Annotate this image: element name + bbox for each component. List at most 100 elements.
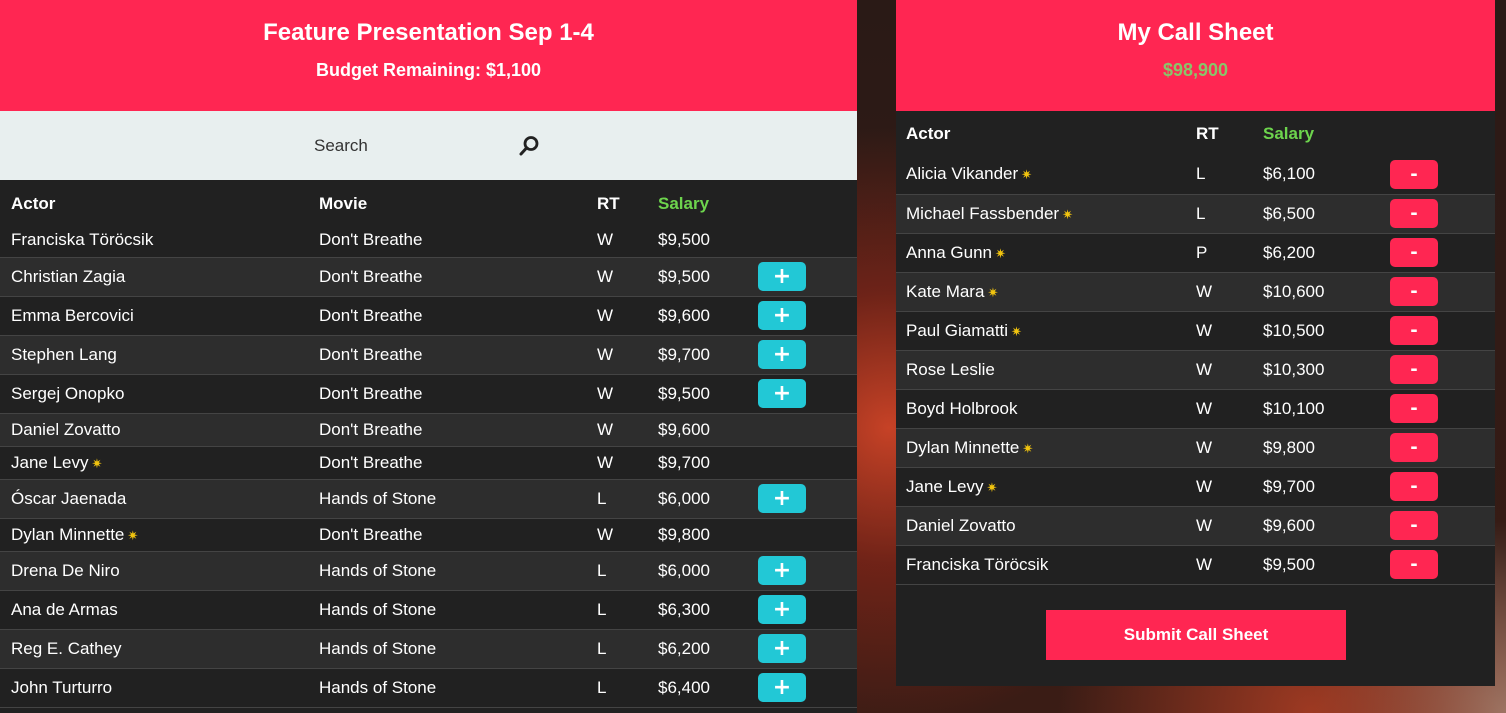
action-cell: +	[758, 374, 857, 413]
add-actor-button[interactable]: +	[758, 673, 806, 702]
actor-name: Dylan Minnette	[11, 524, 125, 544]
table-header: Actor RT Salary	[896, 111, 1495, 155]
actor-cell: Daniel Zovatto	[896, 506, 1196, 545]
salary-cell: $9,500	[658, 230, 710, 250]
actor-cell: Reg E. Cathey	[0, 629, 319, 668]
movie-cell: Don't Breathe	[319, 383, 423, 403]
movie-cell: Don't Breathe	[319, 230, 423, 250]
actor-cell: Rose Leslie	[896, 350, 1196, 389]
action-cell: -	[1390, 194, 1495, 233]
table-row: Franciska Töröcsik Don't Breathe W $9,500	[0, 224, 857, 257]
header-salary: Salary	[1263, 124, 1315, 143]
action-cell: -	[1390, 389, 1495, 428]
left-header: Feature Presentation Sep 1-4 Budget Rema…	[0, 0, 857, 111]
action-cell: +	[758, 590, 857, 629]
page-title: Feature Presentation Sep 1-4	[263, 19, 594, 46]
remove-actor-button[interactable]: -	[1390, 433, 1438, 462]
remove-actor-button[interactable]: -	[1390, 199, 1438, 228]
movie-cell: Don't Breathe	[319, 266, 423, 286]
actor-name: Emma Bercovici	[11, 305, 134, 325]
action-cell: -	[1390, 506, 1495, 545]
rt-cell: L	[1196, 203, 1206, 223]
actor-cell: Paul Giamatti ✷	[896, 311, 1196, 350]
actor-name: Franciska Töröcsik	[906, 554, 1049, 574]
add-actor-button[interactable]: +	[758, 595, 806, 624]
salary-cell: $9,600	[1263, 515, 1315, 535]
rt-cell: L	[597, 677, 607, 697]
remove-actor-button[interactable]: -	[1390, 277, 1438, 306]
add-actor-button[interactable]: +	[758, 262, 806, 291]
search-bar	[0, 111, 857, 180]
salary-cell: $9,800	[1263, 437, 1315, 457]
rt-cell: L	[597, 599, 607, 619]
remove-actor-button[interactable]: -	[1390, 355, 1438, 384]
rt-cell: L	[1196, 164, 1206, 184]
header-rt: RT	[1196, 124, 1219, 143]
remove-actor-button[interactable]: -	[1390, 394, 1438, 423]
submit-call-sheet-button[interactable]: Submit Call Sheet	[1046, 610, 1346, 660]
actor-name: Dylan Minnette	[906, 437, 1020, 457]
add-actor-button[interactable]: +	[758, 340, 806, 369]
actor-name: Jane Levy	[11, 452, 89, 472]
header-action	[758, 180, 857, 224]
remove-actor-button[interactable]: -	[1390, 159, 1438, 189]
actor-name: Michael Fassbender	[906, 203, 1060, 223]
salary-cell: $9,700	[658, 452, 710, 472]
actor-cell: Sergej Onopko	[0, 374, 319, 413]
actor-name: Reg E. Cathey	[11, 638, 122, 658]
actor-cell: Anna Gunn ✷	[896, 233, 1196, 272]
table-row: Dylan Minnette ✷ W $9,800-	[896, 428, 1495, 467]
actor-cell: Óscar Jaenada	[0, 479, 319, 518]
table-row: Rose Leslie W $10,300 -	[896, 350, 1495, 389]
salary-cell: $6,100	[1263, 164, 1315, 184]
search-input[interactable]	[300, 132, 510, 160]
rt-cell: W	[1196, 281, 1213, 301]
actor-cell: John Turturro	[0, 668, 319, 707]
remove-actor-button[interactable]: -	[1390, 316, 1438, 345]
actor-name: Kate Mara	[906, 281, 985, 301]
search-icon[interactable]	[517, 135, 541, 162]
rt-cell: W	[1196, 398, 1213, 418]
header-actor: Actor	[906, 124, 951, 143]
actor-name: Stephen Lang	[11, 344, 117, 364]
add-actor-button[interactable]: +	[758, 379, 806, 408]
table-row: Daniel Zovatto Don't Breathe W $9,600	[0, 413, 857, 446]
star-icon: ✷	[1022, 440, 1034, 456]
remove-actor-button[interactable]: -	[1390, 238, 1438, 267]
actor-cell: Drena De Niro	[0, 551, 319, 590]
action-cell: +	[758, 335, 857, 374]
remove-actor-button[interactable]: -	[1390, 550, 1438, 579]
table-row: Franciska Töröcsik W $9,500 -	[896, 545, 1495, 584]
movie-cell: Hands of Stone	[319, 560, 437, 580]
rt-cell: W	[597, 230, 614, 250]
action-cell: +	[758, 629, 857, 668]
action-cell: -	[1390, 311, 1495, 350]
actor-name: Boyd Holbrook	[906, 398, 1018, 418]
star-icon: ✷	[986, 479, 998, 495]
actor-name: Drena De Niro	[11, 560, 120, 580]
add-actor-button[interactable]: +	[758, 634, 806, 663]
table-row: Óscar Jaenada Hands of Stone L $6,000 +	[0, 479, 857, 518]
star-icon: ✷	[91, 455, 103, 471]
action-cell: +	[758, 479, 857, 518]
actor-cell: Dylan Minnette ✷	[896, 428, 1196, 467]
remove-actor-button[interactable]: -	[1390, 472, 1438, 501]
salary-cell: $9,700	[1263, 476, 1315, 496]
budget-remaining: Budget Remaining: $1,100	[315, 60, 542, 80]
rt-cell: W	[597, 266, 614, 286]
rt-cell: W	[1196, 437, 1213, 457]
rt-cell: W	[597, 305, 614, 325]
actor-cell: Emma Bercovici	[0, 296, 319, 335]
header-movie: Movie	[319, 194, 368, 213]
table-row: John Turturro Hands of Stone L $6,400 +	[0, 668, 857, 707]
actor-name: Rose Leslie	[906, 359, 995, 379]
table-row: Drena De Niro Hands of Stone L $6,000 +	[0, 551, 857, 590]
star-icon: ✷	[1062, 206, 1073, 222]
remove-actor-button[interactable]: -	[1390, 511, 1438, 540]
add-actor-button[interactable]: +	[758, 556, 806, 585]
add-actor-button[interactable]: +	[758, 301, 806, 330]
action-cell: +	[758, 257, 857, 296]
add-actor-button[interactable]: +	[758, 484, 806, 513]
action-cell: -	[1390, 155, 1495, 194]
salary-cell: $10,500	[1263, 320, 1325, 340]
